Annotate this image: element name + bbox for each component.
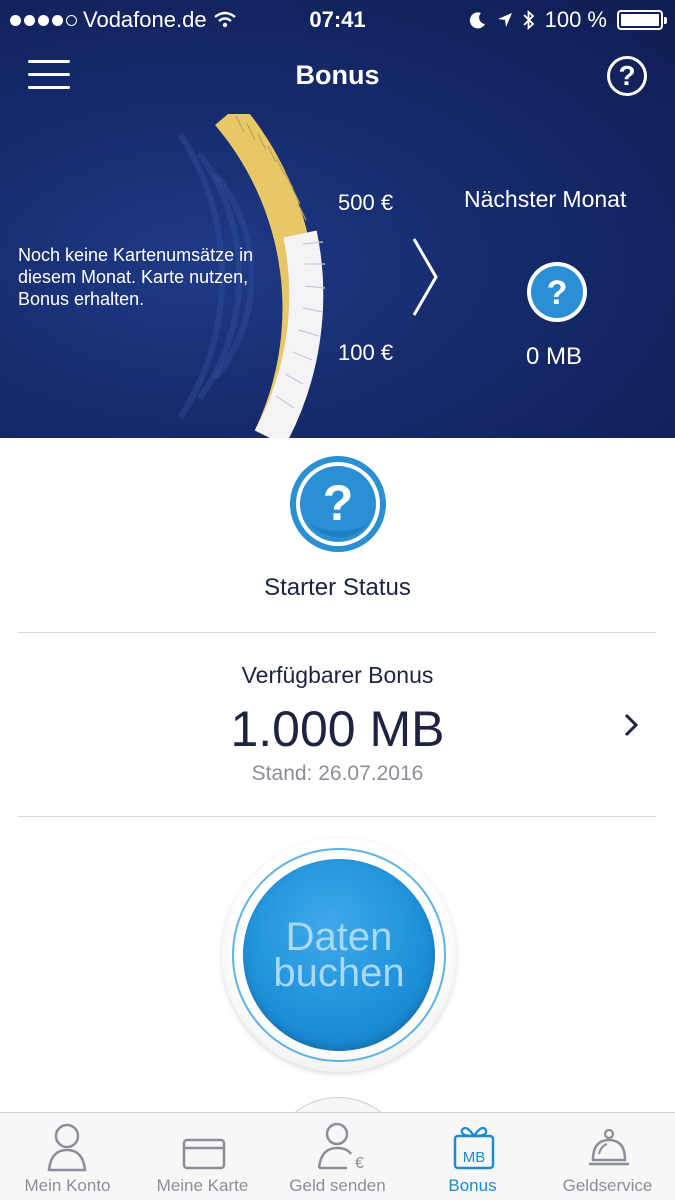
tab-label: Bonus — [448, 1176, 497, 1195]
nav-bar: Bonus ? — [0, 38, 675, 114]
question-badge-icon: ? — [527, 262, 587, 322]
hero-message: Noch keine Kartenumsätze in diesem Monat… — [18, 245, 254, 309]
available-bonus-label: Verfügbarer Bonus — [241, 662, 434, 688]
bonus-hero: Vodafone.de 07:41 100 % Bonus ? Noch kei… — [0, 0, 675, 438]
status-right: 100 % — [469, 7, 667, 33]
bluetooth-icon — [522, 10, 534, 30]
book-data-button[interactable]: Daten buchen — [232, 848, 446, 1062]
mb-gift-icon: MB — [453, 1126, 495, 1170]
location-arrow-icon — [497, 13, 512, 27]
svg-text:MB: MB — [463, 1149, 486, 1166]
upper-amount: 500 € — [338, 190, 394, 215]
tab-geldservice[interactable]: Geldservice — [540, 1112, 675, 1200]
tab-meine-karte[interactable]: Meine Karte — [135, 1112, 270, 1200]
person-icon — [47, 1123, 87, 1172]
tab-label: Meine Karte — [156, 1176, 249, 1195]
service-bell-icon — [589, 1128, 629, 1166]
svg-text:?: ? — [323, 475, 354, 531]
status-label: Starter Status — [264, 574, 411, 601]
available-bonus-value: 1.000 MB — [230, 701, 445, 757]
tab-label: Geld senden — [289, 1176, 386, 1195]
status-bar: Vodafone.de 07:41 100 % — [0, 0, 675, 38]
book-data-line2: buchen — [273, 951, 405, 995]
tab-geld-senden[interactable]: € Geld senden — [270, 1112, 405, 1200]
svg-text:€: € — [355, 1155, 364, 1172]
moon-icon — [469, 12, 485, 29]
next-month-value: 0 MB — [526, 343, 583, 370]
chevron-right-icon — [412, 238, 438, 316]
status-question-icon[interactable]: ? — [288, 454, 388, 554]
tab-mein-konto[interactable]: Mein Konto — [0, 1112, 135, 1200]
help-button[interactable]: ? — [607, 56, 647, 96]
battery-icon — [617, 10, 667, 30]
book-data-line1: Daten — [285, 915, 393, 959]
svg-text:?: ? — [547, 274, 568, 312]
page-title: Bonus — [295, 60, 380, 90]
divider — [18, 632, 656, 633]
bonus-date: Stand: 26.07.2016 — [251, 762, 424, 785]
card-icon — [182, 1138, 226, 1170]
battery-percentage: 100 % — [544, 7, 607, 32]
lower-amount: 100 € — [338, 340, 394, 365]
tab-label: Mein Konto — [24, 1176, 111, 1195]
chevron-right-icon — [624, 713, 639, 737]
tab-label: Geldservice — [562, 1176, 653, 1195]
send-money-icon: € — [317, 1122, 364, 1172]
tab-bonus[interactable]: MB Bonus — [405, 1112, 540, 1200]
divider — [18, 816, 656, 817]
available-bonus-row[interactable]: Verfügbarer Bonus 1.000 MB Stand: 26.07.… — [0, 634, 675, 816]
next-month-title: Nächster Monat — [464, 186, 627, 212]
